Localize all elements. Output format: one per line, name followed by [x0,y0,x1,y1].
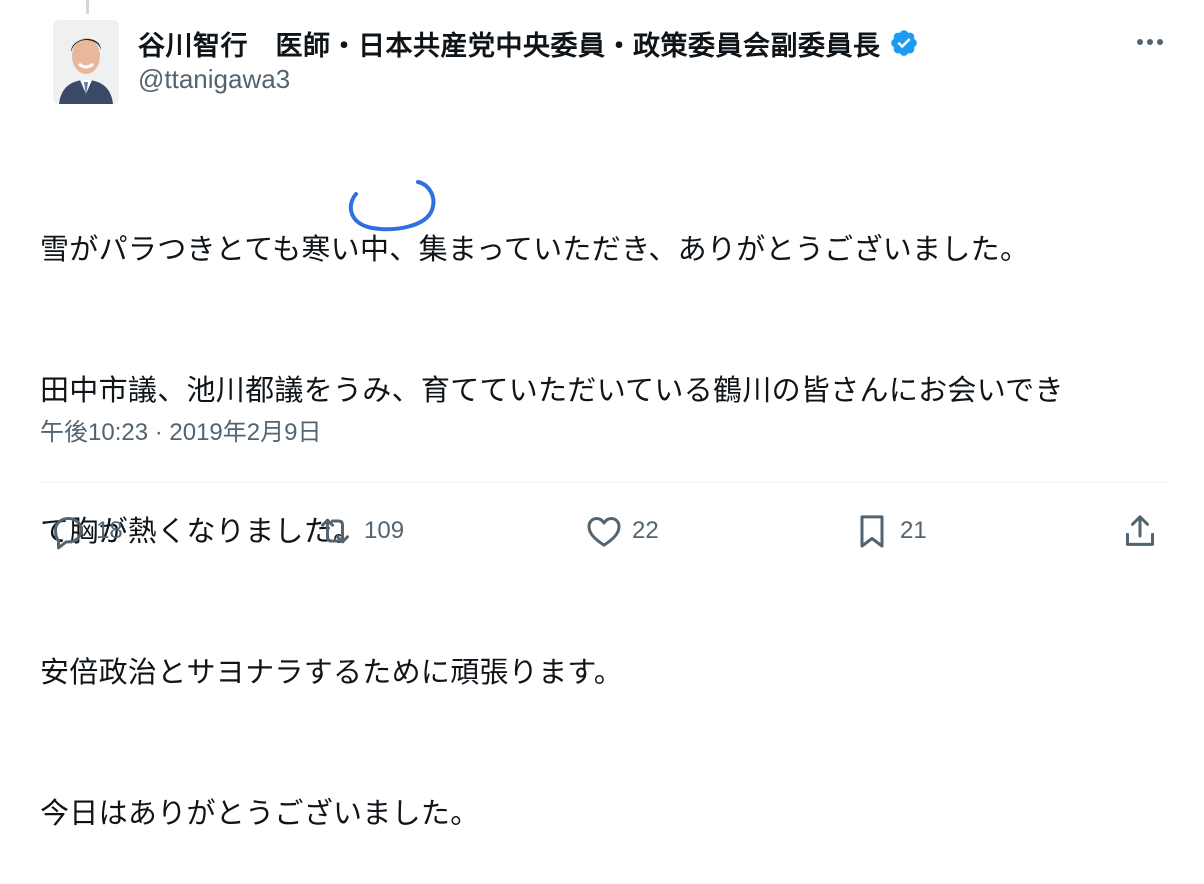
tweet-line: 安倍政治とサヨナラするために頑張ります。 [40,655,624,689]
like-count: 22 [632,517,659,544]
avatar-portrait-icon [53,20,119,104]
share-button[interactable] [1120,506,1160,556]
reply-button[interactable]: 18 [48,506,123,556]
more-options-icon[interactable] [1132,30,1168,54]
bookmark-count: 21 [900,517,927,544]
repost-button[interactable]: 109 [314,506,404,556]
divider [40,482,1168,483]
tweet-line: 田中市議、池川都議をうみ、育てていただいている鶴川の皆さんにお会いでき [40,373,1064,407]
repost-icon [314,511,356,551]
action-bar: 18 109 22 21 [0,506,1204,556]
like-icon [584,511,624,551]
share-icon [1120,511,1160,551]
tweet-timestamp[interactable]: 午後10:23 · 2019年2月9日 [40,412,321,447]
reply-count: 18 [96,517,123,544]
thread-connector-line [86,0,89,14]
tweet-header: 谷川智行 医師・日本共産党中央委員・政策委員会副委員長 @ttanigawa3 [138,24,1138,95]
bookmark-icon [852,511,892,551]
avatar[interactable] [53,20,119,104]
display-name[interactable]: 谷川智行 医師・日本共産党中央委員・政策委員会副委員長 [138,24,881,63]
tweet-line: 今日はありがとうございました。 [40,796,480,830]
like-button[interactable]: 22 [584,506,659,556]
name-row: 谷川智行 医師・日本共産党中央委員・政策委員会副委員長 [138,24,1138,62]
repost-count: 109 [364,517,405,544]
verified-badge-icon[interactable] [889,28,919,58]
tweet-line: 雪がパラつきとても寒い中、集まっていただき、ありがとうございました。 [40,232,1030,266]
bookmark-button[interactable]: 21 [852,506,927,556]
reply-icon [48,511,88,551]
user-handle[interactable]: @ttanigawa3 [138,64,1138,95]
